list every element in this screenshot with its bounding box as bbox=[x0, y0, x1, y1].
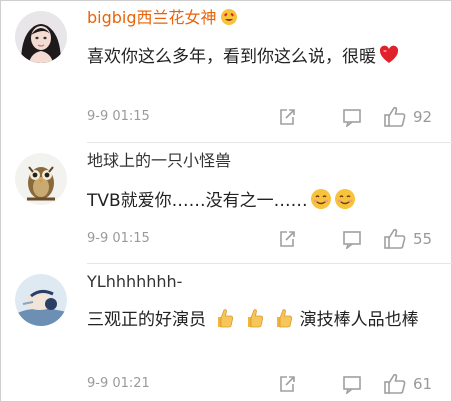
comment-meta: 9-9 01:15 55 bbox=[87, 228, 452, 251]
thumbs-up-emoji-icon bbox=[243, 307, 265, 329]
repost-icon[interactable] bbox=[277, 374, 297, 394]
comment-text-part-1: 三观正的好演员 bbox=[87, 310, 206, 330]
like-count: 92 bbox=[413, 108, 433, 126]
timestamp: 9-9 01:15 bbox=[87, 231, 150, 246]
avatar[interactable] bbox=[15, 153, 67, 205]
comment-text-part-2: 演技棒人品也棒 bbox=[299, 310, 419, 330]
timestamp: 9-9 01:15 bbox=[87, 109, 150, 124]
comment-icon[interactable] bbox=[342, 229, 362, 251]
thumbs-up-emoji-icon bbox=[213, 307, 235, 329]
comment-item: 地球上的一只小怪兽 TVB就爱你……没有之一…… 9-9 01:15 55 bbox=[1, 143, 452, 264]
like-thumb-icon[interactable] bbox=[383, 106, 407, 128]
red-heart-icon bbox=[378, 44, 400, 66]
comment-meta: 9-9 01:21 61 bbox=[87, 373, 452, 396]
smile-emoji-icon bbox=[334, 188, 356, 210]
repost-icon[interactable] bbox=[277, 107, 297, 127]
comment-item: bigbig西兰花女神 喜欢你这么多年，看到你这么说，很暖 9-9 01:15 bbox=[1, 1, 452, 143]
avatar[interactable] bbox=[15, 274, 67, 326]
like-count: 61 bbox=[413, 375, 433, 393]
username[interactable]: bigbig西兰花女神 bbox=[87, 8, 238, 28]
like-thumb-icon[interactable] bbox=[383, 373, 407, 395]
repost-icon[interactable] bbox=[277, 229, 297, 249]
like-thumb-icon[interactable] bbox=[383, 228, 407, 250]
username[interactable]: 地球上的一只小怪兽 bbox=[87, 151, 231, 171]
username-text[interactable]: bigbig西兰花女神 bbox=[87, 8, 217, 27]
thumbs-up-emoji-icon bbox=[272, 307, 294, 329]
username[interactable]: YLhhhhhhh- bbox=[87, 272, 182, 292]
comment-text-content: TVB就爱你……没有之一…… bbox=[87, 191, 308, 211]
comment-item: YLhhhhhhh- 三观正的好演员 演技棒人品也棒 9-9 01:21 61 bbox=[1, 264, 452, 402]
avatar[interactable] bbox=[15, 11, 67, 63]
comment-list: bigbig西兰花女神 喜欢你这么多年，看到你这么说，很暖 9-9 01:15 bbox=[0, 0, 452, 402]
comment-icon[interactable] bbox=[342, 107, 362, 129]
comment-icon[interactable] bbox=[342, 374, 362, 396]
comment-text-content: 喜欢你这么多年，看到你这么说，很暖 bbox=[87, 47, 376, 67]
comment-text: 三观正的好演员 演技棒人品也棒 bbox=[87, 305, 437, 335]
smile-emoji-icon bbox=[310, 188, 332, 210]
timestamp: 9-9 01:21 bbox=[87, 376, 150, 391]
comment-meta: 9-9 01:15 92 bbox=[87, 106, 452, 129]
like-count: 55 bbox=[413, 230, 433, 248]
comment-text: TVB就爱你……没有之一…… bbox=[87, 186, 437, 216]
heart-eyes-emoji-icon bbox=[220, 8, 238, 26]
comment-text: 喜欢你这么多年，看到你这么说，很暖 bbox=[87, 42, 437, 72]
